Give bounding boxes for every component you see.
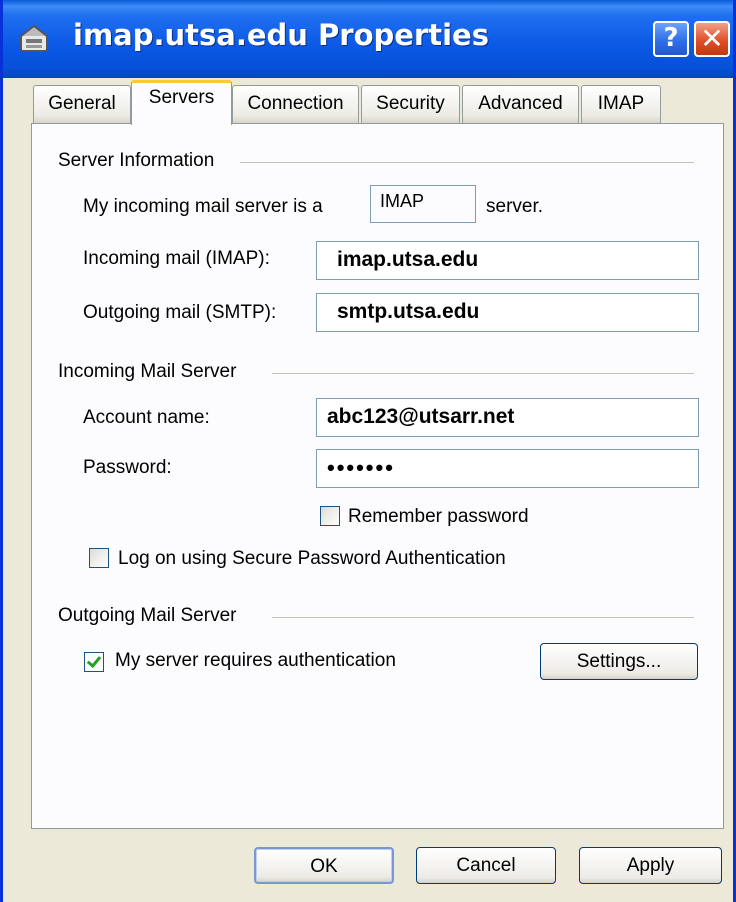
tab-connection[interactable]: Connection [232,85,359,123]
tab-imap[interactable]: IMAP [581,85,661,123]
servers-tab-panel: Server Information My incoming mail serv… [31,123,724,829]
account-name-field[interactable]: abc123@utsarr.net [316,398,699,437]
group-divider [240,162,694,163]
settings-button[interactable]: Settings... [540,643,698,680]
tab-general[interactable]: General [33,85,131,123]
cancel-button[interactable]: Cancel [416,847,556,884]
outgoing-server-group-label: Outgoing Mail Server [58,605,237,626]
tab-advanced[interactable]: Advanced [462,85,579,123]
tab-security[interactable]: Security [361,85,460,123]
mail-account-icon [17,22,51,56]
outgoing-mail-field[interactable]: smtp.utsa.edu [316,293,699,332]
incoming-type-suffix: server. [486,196,544,217]
close-button[interactable]: ✕ [694,21,730,57]
incoming-mail-field[interactable]: imap.utsa.edu [316,241,699,280]
password-label: Password: [83,457,172,478]
spa-label[interactable]: Log on using Secure Password Authenticat… [118,548,506,570]
properties-dialog: imap.utsa.edu Properties ? ✕ General Ser… [0,0,736,902]
incoming-server-type: IMAP [370,185,476,223]
requires-authentication-label[interactable]: My server requires authentication [115,650,396,672]
requires-authentication-checkbox[interactable] [84,652,104,672]
group-divider [272,617,694,618]
incoming-server-group-label: Incoming Mail Server [58,361,237,382]
apply-button[interactable]: Apply [579,847,722,884]
password-field[interactable]: ••••••• [316,449,699,488]
title-bar[interactable]: imap.utsa.edu Properties ? ✕ [3,0,733,78]
tab-servers[interactable]: Servers [131,80,232,125]
incoming-mail-label: Incoming mail (IMAP): [83,248,270,269]
spa-checkbox[interactable] [89,548,109,568]
incoming-type-prefix: My incoming mail server is a [83,196,323,217]
remember-password-label[interactable]: Remember password [348,506,529,528]
ok-button[interactable]: OK [254,847,394,884]
outgoing-mail-label: Outgoing mail (SMTP): [83,302,277,323]
group-divider [272,373,694,374]
server-information-group-label: Server Information [58,150,215,171]
help-button[interactable]: ? [653,21,689,57]
remember-password-checkbox[interactable] [320,506,340,526]
window-title: imap.utsa.edu Properties [73,18,489,52]
account-name-label: Account name: [83,407,210,428]
